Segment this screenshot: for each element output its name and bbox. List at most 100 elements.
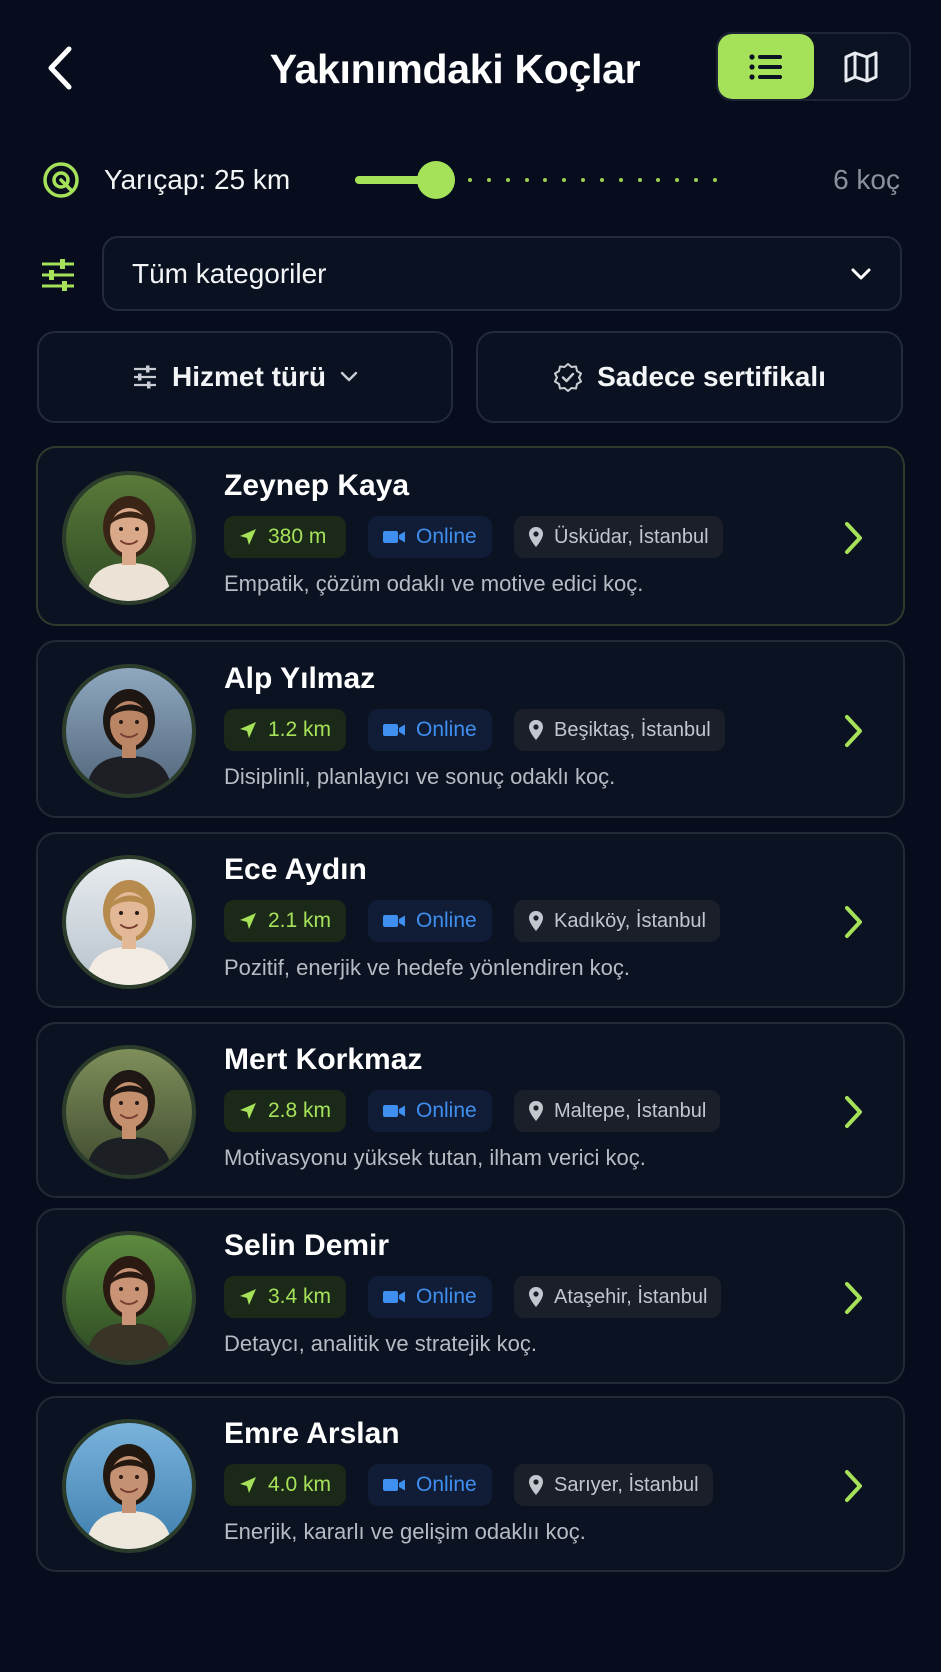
slider-thumb[interactable]: [416, 161, 455, 199]
video-camera-icon: [383, 1479, 405, 1491]
distance-text: 3.4 km: [268, 1285, 332, 1308]
chevron-right-icon: [845, 1470, 862, 1502]
distance-badge: 2.1 km: [224, 900, 346, 942]
coach-name: Zeynep Kaya: [224, 469, 410, 502]
navigation-arrow-icon: [240, 529, 256, 545]
distance-text: 1.2 km: [268, 718, 332, 741]
chevron-down-icon: [340, 371, 358, 382]
filter-sliders-icon: [40, 257, 76, 293]
navigation-arrow-icon: [240, 1477, 256, 1493]
coach-description: Motivasyonu yüksek tutan, ilham verici k…: [224, 1145, 646, 1170]
location-text: Maltepe, İstanbul: [554, 1099, 707, 1122]
coach-avatar: [62, 1419, 196, 1553]
distance-badge: 380 m: [224, 516, 346, 558]
map-view-button[interactable]: [814, 34, 910, 99]
location-text: Beşiktaş, İstanbul: [554, 718, 711, 741]
category-select-value: Tüm kategoriler: [132, 257, 327, 289]
certified-only-label: Sadece sertifikalı: [597, 361, 826, 392]
radius-slider[interactable]: [355, 160, 765, 200]
location-badge: Ataşehir, İstanbul: [514, 1276, 722, 1318]
chevron-left-icon: [48, 46, 72, 90]
service-type-button[interactable]: Hizmet türü: [37, 331, 453, 423]
coach-card[interactable]: Emre Arslan 4.0 km Online Sarıyer, İstan…: [36, 1396, 905, 1572]
location-text: Sarıyer, İstanbul: [554, 1473, 699, 1496]
chevron-right-icon: [845, 1282, 862, 1314]
chevron-right-icon: [845, 522, 862, 554]
online-text: Online: [416, 1285, 477, 1308]
service-type-label: Hizmet türü: [172, 361, 326, 392]
coach-description: Empatik, çözüm odaklı ve motive edici ko…: [224, 571, 644, 596]
coach-description: Enerjik, kararlı ve gelişim odaklıı koç.: [224, 1519, 586, 1544]
certified-only-button[interactable]: Sadece sertifikalı: [476, 331, 903, 423]
online-badge: Online: [368, 1276, 492, 1318]
category-select[interactable]: Tüm kategoriler: [102, 236, 902, 311]
coach-description: Disiplinli, planlayıcı ve sonuç odaklı k…: [224, 764, 616, 789]
view-toggle: [716, 32, 911, 101]
map-pin-icon: [529, 1287, 543, 1307]
online-badge: Online: [368, 709, 492, 751]
navigation-arrow-icon: [240, 722, 256, 738]
coach-card[interactable]: Ece Aydın 2.1 km Online Kadıköy, İstanbu…: [36, 832, 905, 1008]
online-text: Online: [416, 718, 477, 741]
radius-label: Yarıçap: 25 km: [104, 164, 291, 195]
coach-description: Pozitif, enerjik ve hedefe yönlendiren k…: [224, 955, 631, 980]
distance-badge: 3.4 km: [224, 1276, 346, 1318]
navigation-arrow-icon: [240, 913, 256, 929]
map-icon: [844, 51, 878, 82]
coach-name: Emre Arslan: [224, 1417, 400, 1450]
coach-card[interactable]: Zeynep Kaya 380 m Online Üsküdar, İstanb…: [36, 446, 905, 626]
page-title: Yakınımdaki Koçlar: [269, 46, 641, 92]
distance-text: 380 m: [268, 525, 327, 548]
video-camera-icon: [383, 915, 405, 927]
online-text: Online: [416, 525, 477, 548]
chevron-down-icon: [851, 268, 871, 279]
back-button[interactable]: [36, 40, 84, 96]
coach-card[interactable]: Selin Demir 3.4 km Online Ataşehir, İsta…: [36, 1208, 905, 1384]
location-badge: Beşiktaş, İstanbul: [514, 709, 725, 751]
coach-name: Mert Korkmaz: [224, 1043, 423, 1076]
location-badge: Maltepe, İstanbul: [514, 1090, 721, 1132]
coach-avatar: [62, 1231, 196, 1365]
map-pin-icon: [529, 911, 543, 931]
video-camera-icon: [383, 724, 405, 736]
distance-text: 2.1 km: [268, 909, 332, 932]
location-badge: Sarıyer, İstanbul: [514, 1464, 713, 1506]
online-text: Online: [416, 909, 477, 932]
location-text: Ataşehir, İstanbul: [554, 1285, 708, 1308]
coach-name: Ece Aydın: [224, 853, 367, 886]
online-badge: Online: [368, 1464, 492, 1506]
coach-name: Selin Demir: [224, 1229, 390, 1262]
coach-card[interactable]: Mert Korkmaz 2.8 km Online Maltepe, İsta…: [36, 1022, 905, 1198]
coach-avatar: [62, 664, 196, 798]
video-camera-icon: [383, 1291, 405, 1303]
sliders-icon: [134, 365, 156, 389]
map-pin-icon: [529, 527, 543, 547]
location-text: Üsküdar, İstanbul: [554, 525, 709, 548]
location-text: Kadıköy, İstanbul: [554, 909, 706, 932]
coach-name: Alp Yılmaz: [224, 662, 376, 695]
coach-avatar: [62, 855, 196, 989]
list-view-button[interactable]: [718, 34, 814, 99]
coach-count: 6 koç: [833, 164, 900, 195]
list-icon: [749, 53, 782, 80]
chevron-right-icon: [845, 1096, 862, 1128]
distance-badge: 2.8 km: [224, 1090, 346, 1132]
navigation-arrow-icon: [240, 1103, 256, 1119]
distance-badge: 1.2 km: [224, 709, 346, 751]
coach-avatar: [62, 1045, 196, 1179]
coach-card[interactable]: Alp Yılmaz 1.2 km Online Beşiktaş, İstan…: [36, 640, 905, 818]
location-badge: Kadıköy, İstanbul: [514, 900, 720, 942]
online-badge: Online: [368, 900, 492, 942]
radius-icon: [42, 161, 80, 199]
coach-avatar: [62, 471, 196, 605]
map-pin-icon: [529, 1101, 543, 1121]
map-pin-icon: [529, 720, 543, 740]
location-badge: Üsküdar, İstanbul: [514, 516, 723, 558]
navigation-arrow-icon: [240, 1289, 256, 1305]
chevron-right-icon: [845, 906, 862, 938]
chevron-right-icon: [845, 715, 862, 747]
map-pin-icon: [529, 1475, 543, 1495]
online-badge: Online: [368, 1090, 492, 1132]
distance-badge: 4.0 km: [224, 1464, 346, 1506]
distance-text: 2.8 km: [268, 1099, 332, 1122]
